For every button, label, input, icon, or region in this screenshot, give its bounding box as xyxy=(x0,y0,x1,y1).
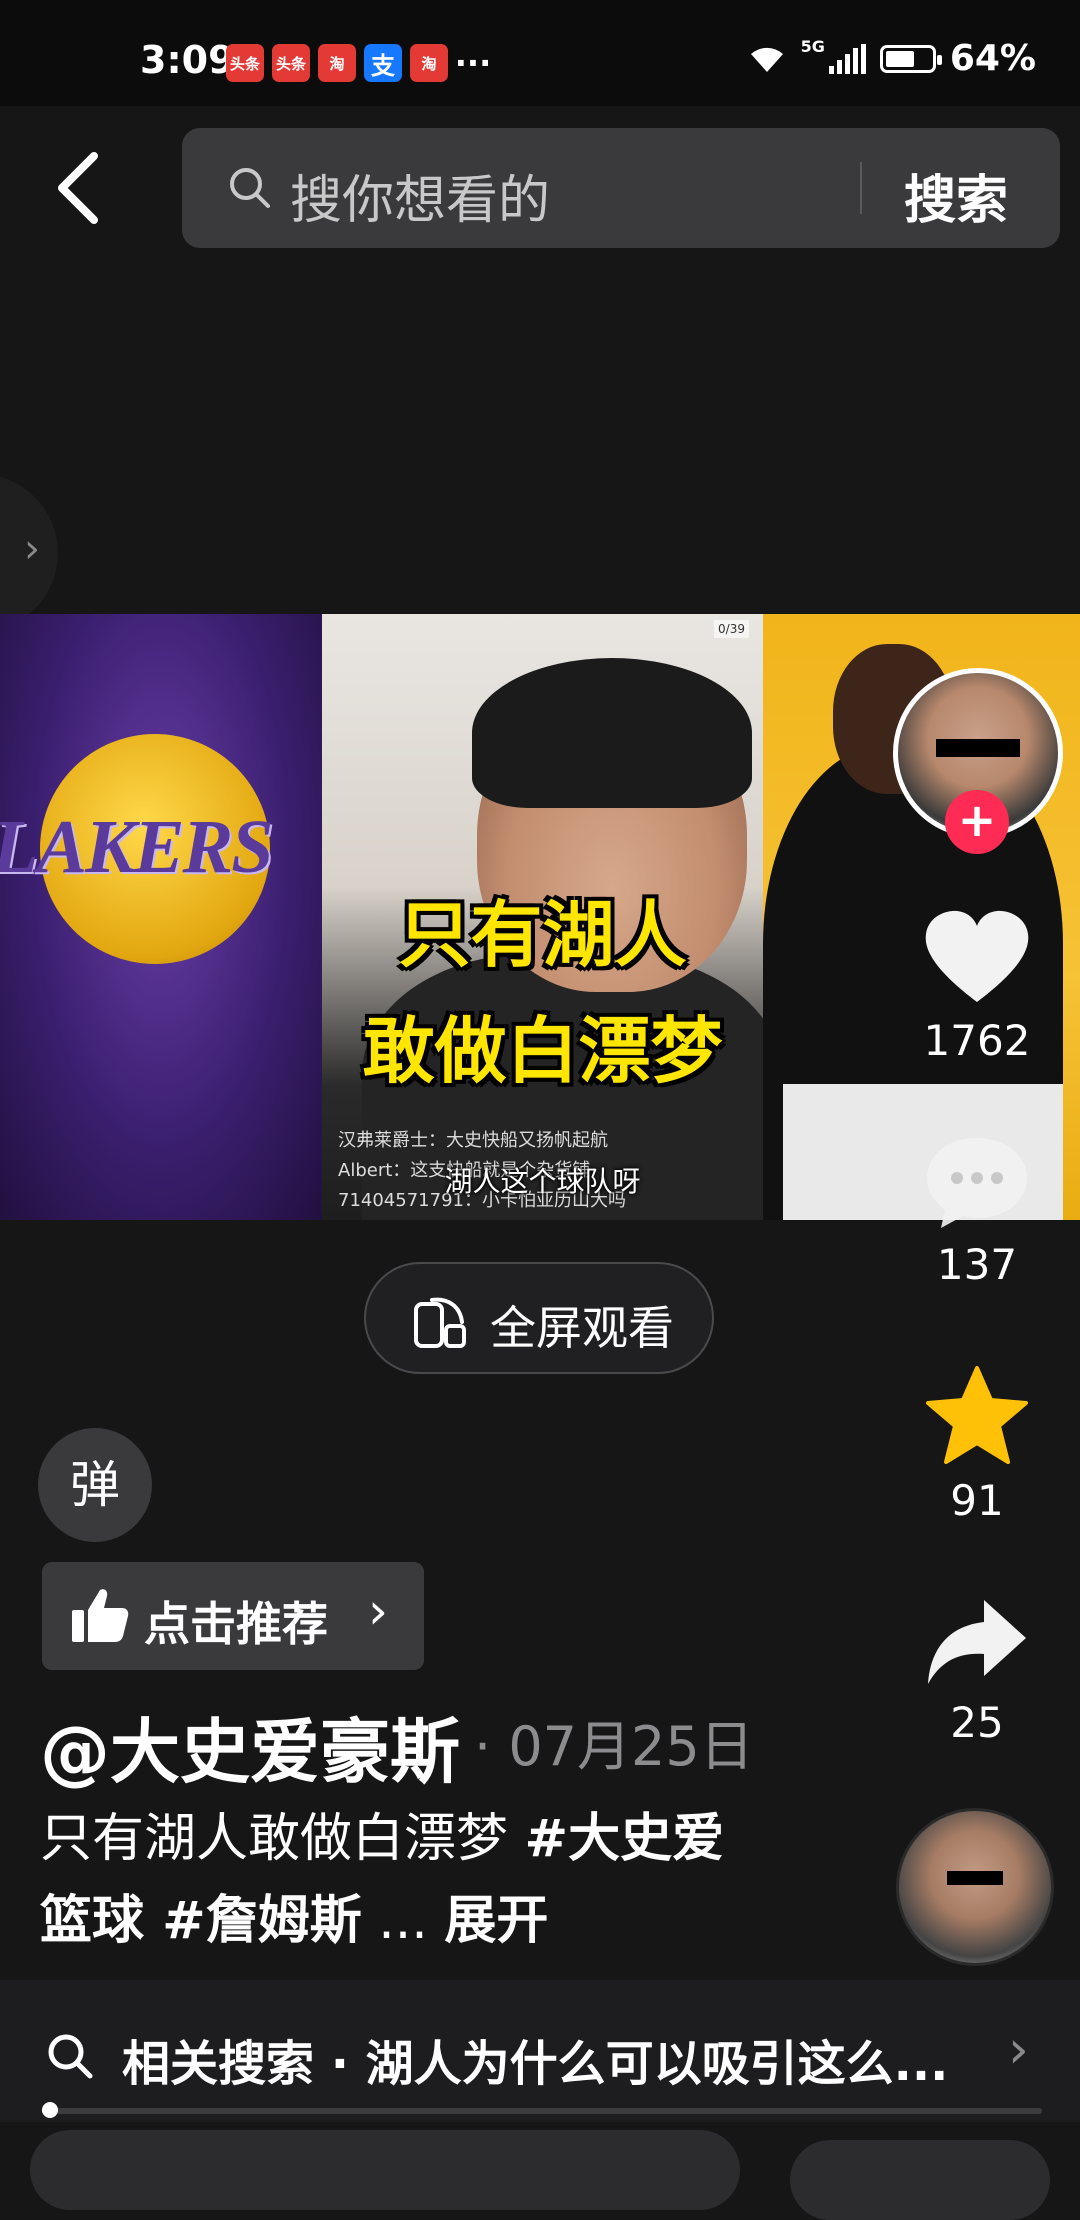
chevron-right-icon: › xyxy=(24,526,40,572)
video-caption-line2: 敢做白漂梦 xyxy=(362,1009,723,1093)
video-progress-bar[interactable] xyxy=(42,2108,1042,2114)
signal-icon xyxy=(828,43,866,74)
search-icon xyxy=(228,166,272,214)
chevron-right-icon: › xyxy=(368,1582,388,1640)
search-bar[interactable]: 搜你想看的 搜索 xyxy=(182,128,1060,248)
search-icon xyxy=(48,2034,93,2079)
comment-icon xyxy=(927,1138,1027,1228)
back-button[interactable] xyxy=(50,148,110,228)
toutiao-icon: 头条 xyxy=(272,44,310,82)
status-right: 5G 64% xyxy=(747,37,1036,79)
music-disc[interactable] xyxy=(896,1808,1054,1966)
streamer-panel: 0/39 只有湖人 敢做白漂梦 汉弗莱爵士：大史快船又扬帆起航 Albert：这… xyxy=(322,614,782,1220)
comment-input[interactable] xyxy=(30,2130,740,2210)
sunglasses-graphic xyxy=(936,739,1020,757)
video-caption-line1: 只有湖人 xyxy=(398,893,687,977)
related-search-bar[interactable]: 相关搜索 · 湖人为什么可以吸引这么... › xyxy=(0,1980,1080,2122)
comment-button[interactable]: 137 xyxy=(890,1132,1064,1289)
progress-handle[interactable] xyxy=(42,2102,58,2118)
video-description: 只有湖人敢做白漂梦 #大史爱篮球 #詹姆斯 ... 展开 xyxy=(40,1798,740,1962)
fullscreen-label: 全屏观看 xyxy=(490,1301,674,1355)
fullscreen-button[interactable]: 全屏观看 xyxy=(364,1262,714,1374)
chevron-right-icon: › xyxy=(1008,2020,1029,2080)
danmu-toggle-button[interactable]: 弹 xyxy=(38,1428,152,1542)
network-type: 5G xyxy=(800,37,825,56)
ellipsis: ... xyxy=(361,1891,445,1951)
share-icon xyxy=(928,1600,1026,1684)
description-text: 只有湖人敢做白漂梦 xyxy=(40,1809,525,1869)
sunglasses-graphic xyxy=(947,1871,1003,1885)
expand-button[interactable]: 展开 xyxy=(444,1891,548,1951)
alipay-icon: 支 xyxy=(364,44,402,82)
bottom-action[interactable] xyxy=(790,2140,1050,2220)
search-divider xyxy=(860,162,862,214)
comment-count: 137 xyxy=(936,1240,1018,1289)
favorite-button[interactable]: 91 xyxy=(890,1364,1064,1525)
status-bar: 3:09 头条 头条 淘 支 淘 ··· 5G 64% xyxy=(0,0,1080,106)
author-name[interactable]: @大史爱豪斯 xyxy=(40,1696,460,1797)
lakers-logo-text: LAKERS xyxy=(0,805,273,889)
chat-line: 汉弗莱爵士：大史快船又扬帆起航 xyxy=(338,1130,608,1151)
more-notifications-icon: ··· xyxy=(454,44,492,82)
recommend-label: 点击推荐 xyxy=(144,1597,328,1651)
thumbs-up-icon xyxy=(72,1589,129,1642)
notification-icons: 头条 头条 淘 支 淘 ··· xyxy=(226,44,492,82)
wifi-icon xyxy=(750,47,783,72)
video-subtitle: 湖人这个球队呀 xyxy=(444,1165,641,1198)
related-search-text: 相关搜索 · 湖人为什么可以吸引这么... xyxy=(122,2036,949,2092)
taobao-icon: 淘 xyxy=(318,44,356,82)
lakers-logo-panel: LAKERS xyxy=(0,614,322,1220)
share-count: 25 xyxy=(950,1698,1004,1747)
like-count: 1762 xyxy=(923,1016,1031,1065)
streamer-hair xyxy=(472,658,752,808)
taobao-icon: 淘 xyxy=(410,44,448,82)
hashtag[interactable]: #詹姆斯 xyxy=(144,1891,362,1951)
search-input[interactable]: 搜你想看的 xyxy=(290,158,550,233)
post-date: · 07月25日 xyxy=(474,1715,754,1778)
side-panel-toggle[interactable]: › xyxy=(0,474,58,632)
share-button[interactable]: 25 xyxy=(890,1594,1064,1747)
chevron-left-icon xyxy=(58,152,98,224)
battery-icon xyxy=(879,44,942,73)
star-icon xyxy=(926,1366,1028,1464)
recommend-button[interactable]: 点击推荐 › xyxy=(42,1562,424,1670)
rotate-screen-icon xyxy=(414,1297,466,1348)
follow-button[interactable]: + xyxy=(945,790,1009,854)
live-badge: 0/39 xyxy=(714,620,749,638)
battery-percent: 64% xyxy=(949,38,1036,79)
heart-icon xyxy=(925,910,1029,1002)
toutiao-icon: 头条 xyxy=(226,44,264,82)
favorite-count: 91 xyxy=(950,1476,1004,1525)
status-time: 3:09 xyxy=(140,38,235,82)
search-button[interactable]: 搜索 xyxy=(904,158,1008,233)
like-button[interactable]: 1762 xyxy=(890,908,1064,1065)
